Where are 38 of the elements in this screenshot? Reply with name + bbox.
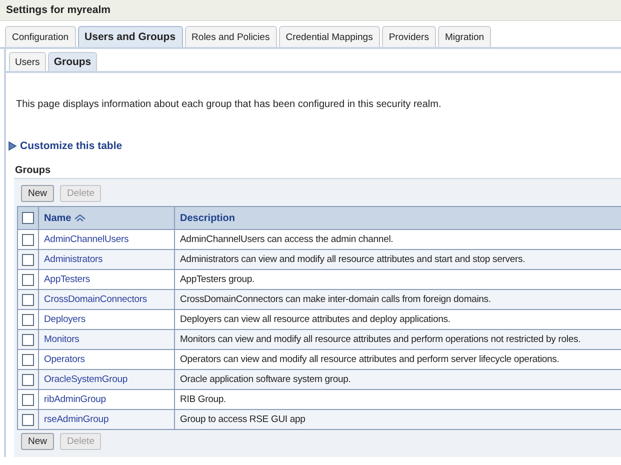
group-name-link[interactable]: AppTesters [44,274,90,285]
tab[interactable]: Roles and Policies [184,26,277,47]
row-checkbox[interactable] [22,374,34,386]
table-cell: Monitors can view and modify all resource attributes and perform operations not restricted by roles. [174,330,621,350]
tab[interactable]: Providers [382,26,436,47]
expand-triangle-icon[interactable] [8,141,17,151]
page-title: Settings for myrealm [6,4,110,16]
table-cell: Administrators can view and modify all resource attributes and start and stop servers. [174,250,621,270]
subtab[interactable]: Users [9,52,46,71]
group-name-link[interactable]: Monitors [44,334,80,345]
row-checkbox[interactable] [22,334,34,346]
sort-ascending-icon[interactable] [74,214,86,222]
subtab[interactable]: Groups [48,52,98,71]
row-checkbox[interactable] [22,394,34,406]
row-checkbox[interactable] [22,294,34,306]
group-name-link[interactable]: Operators [44,354,85,365]
tab[interactable]: Users and Groups [78,26,183,47]
action-button[interactable]: New [21,185,54,202]
intro-text: This page displays information about each group that has been configured in this security realm. [16,99,442,110]
table-cell: CrossDomainConnectors can make inter-domain calls from foreign domains. [174,290,621,310]
row-checkbox[interactable] [22,354,34,366]
table-title: Groups [15,165,52,176]
tab[interactable]: Credential Mappings [278,26,380,47]
table-cell: Oracle application software system group. [174,370,621,390]
column-header[interactable]: Name [38,206,174,230]
table-cell: Group to access RSE GUI app [174,410,621,430]
row-checkbox[interactable] [22,414,34,426]
row-checkbox[interactable] [22,234,34,246]
action-button[interactable]: New [21,433,54,450]
tab[interactable]: Migration [438,26,492,47]
tab[interactable]: Configuration [5,26,76,47]
row-checkbox[interactable] [22,314,34,326]
row-checkbox[interactable] [22,274,34,286]
customize-table-link[interactable]: Customize this table [20,140,122,152]
group-name-link[interactable]: Deployers [44,314,86,325]
select-all-checkbox[interactable] [22,212,34,224]
column-header[interactable]: Description [174,206,621,230]
row-checkbox[interactable] [22,254,34,266]
